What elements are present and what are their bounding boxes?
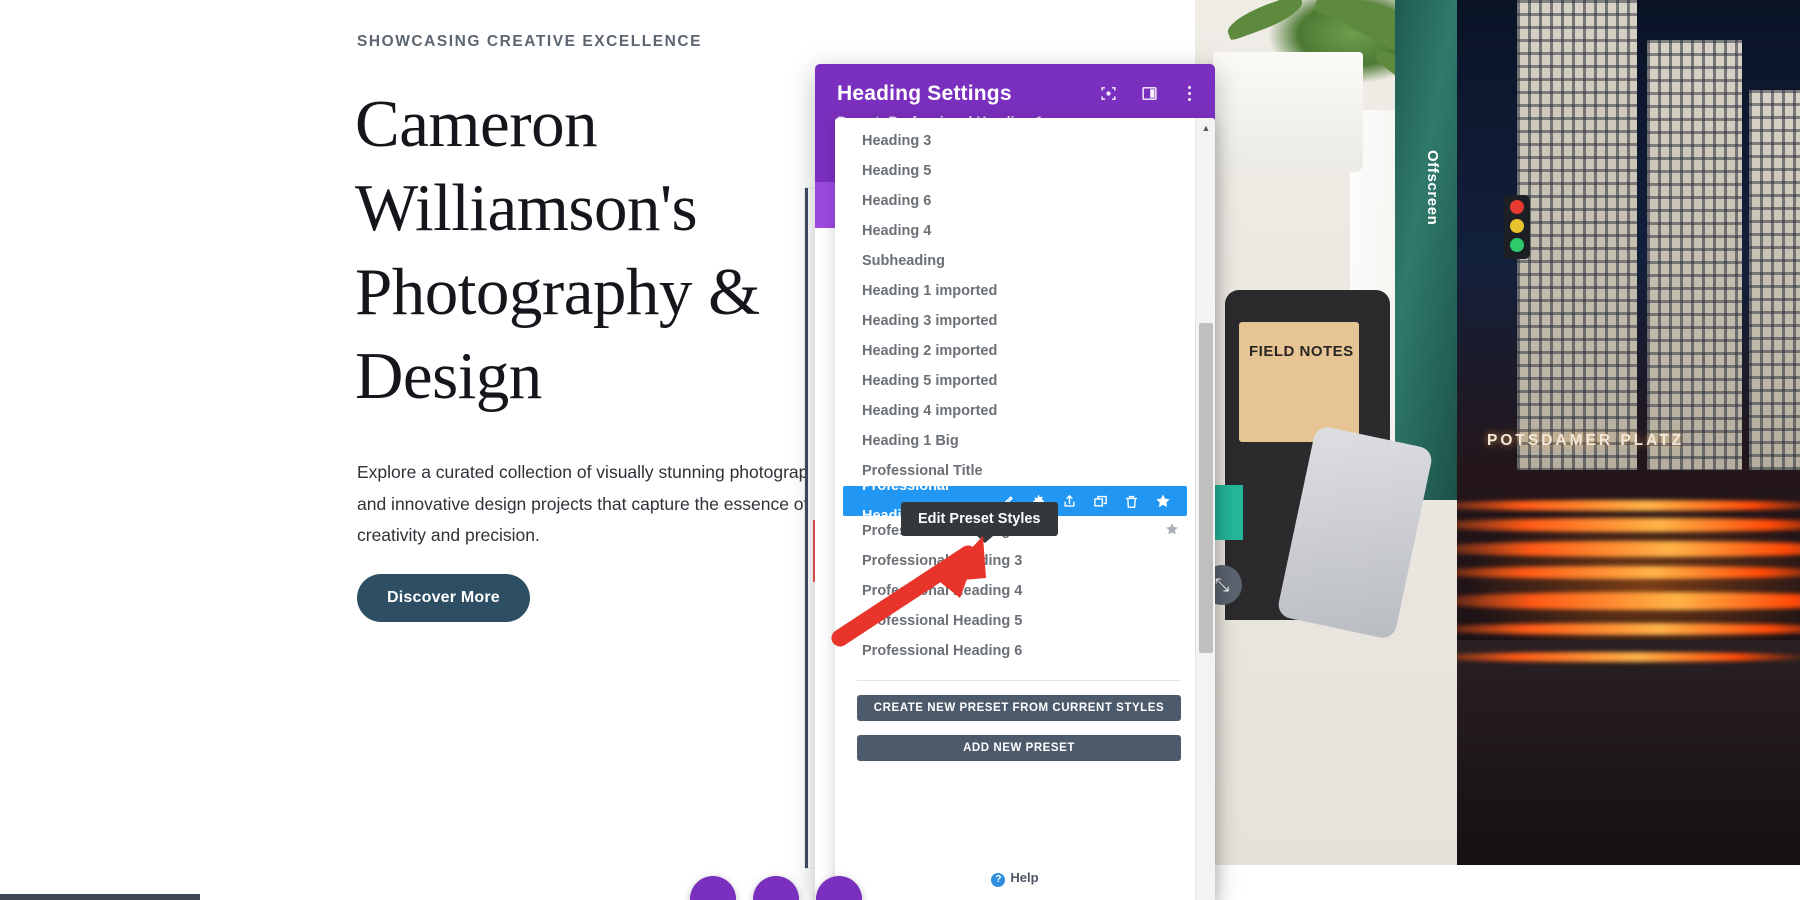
photo-phone — [1276, 424, 1434, 641]
kebab-menu-icon[interactable] — [1182, 84, 1197, 103]
photo-note-card: FIELD NOTES — [1239, 322, 1359, 442]
preset-list-item-label: Heading 5 imported — [862, 373, 998, 389]
preset-list-item[interactable]: Heading 5 — [835, 156, 1195, 186]
page-title: Cameron Williamson's Photography & Desig… — [355, 87, 760, 413]
default-preset-star-icon[interactable] — [1155, 493, 1171, 509]
preset-list-item-label: Professional Heading 5 — [862, 613, 1023, 629]
photo-book-spine-label: Offscreen — [1424, 150, 1441, 226]
preset-list-item[interactable]: Heading 5 imported — [835, 366, 1195, 396]
help-link[interactable]: ? Help — [835, 870, 1195, 887]
preset-list-item-label: Heading 3 — [862, 133, 932, 149]
preset-list-scrollbar[interactable]: ▲ — [1195, 118, 1215, 900]
photo-night-street: POTSDAMER PLATZ — [1457, 0, 1800, 865]
screenshot-root: SHOWCASING CREATIVE EXCELLENCE Cameron W… — [0, 0, 1800, 900]
help-label: Help — [1010, 870, 1039, 885]
preset-list-item-label: Heading 4 — [862, 223, 932, 239]
preset-list-item[interactable]: Heading 6 — [835, 186, 1195, 216]
create-preset-button[interactable]: CREATE NEW PRESET FROM CURRENT STYLES — [857, 695, 1181, 721]
panel-header-icons — [1100, 84, 1197, 103]
preset-list-item-label: Heading 1 Big — [862, 433, 959, 449]
photo-traffic-light — [1504, 195, 1530, 259]
hero-paragraph: Explore a curated collection of visually… — [357, 462, 827, 545]
default-preset-star-icon[interactable] — [1165, 516, 1179, 546]
preset-list-item[interactable]: Professional Heading 4 — [835, 576, 1195, 606]
preset-list-item[interactable]: Professional Heading 6 — [835, 636, 1195, 666]
preset-list-item[interactable]: Professional Heading 5 — [835, 606, 1195, 636]
discover-more-button[interactable]: Discover More — [357, 574, 530, 622]
photo-note-card-label: FIELD NOTES — [1249, 343, 1354, 360]
preset-list-item-label: Professional Heading 6 — [862, 643, 1023, 659]
tooltip-edit-preset-styles: Edit Preset Styles — [901, 502, 1058, 543]
photo-building — [1749, 90, 1800, 470]
preset-list-item[interactable]: Heading 3 — [835, 126, 1195, 156]
preset-list-item[interactable]: Heading 4 imported — [835, 396, 1195, 426]
preset-list-item-label: Heading 3 imported — [862, 313, 998, 329]
preset-list-item[interactable]: Professional Heading 3 — [835, 546, 1195, 576]
export-preset-icon[interactable] — [1062, 494, 1077, 509]
scrollbar-thumb[interactable] — [1199, 323, 1213, 653]
preset-list-item[interactable]: Heading 1 Big — [835, 426, 1195, 456]
preset-list-item-label: Heading 6 — [862, 193, 932, 209]
photo-building — [1647, 40, 1742, 470]
preset-list-item-label: Heading 5 — [862, 163, 932, 179]
help-icon: ? — [991, 873, 1006, 887]
preset-list-item[interactable]: Subheading — [835, 246, 1195, 276]
preset-list-item-label: Subheading — [862, 253, 945, 269]
preset-list-item-label: Heading 1 imported — [862, 283, 998, 299]
photo-plant-pot — [1213, 52, 1363, 172]
preset-list-item[interactable]: Heading 4 — [835, 216, 1195, 246]
preset-list-item-label: Heading 4 imported — [862, 403, 998, 419]
preset-list-item[interactable]: Heading 2 imported — [835, 336, 1195, 366]
preset-list-item-label: Professional Heading 3 — [862, 553, 1023, 569]
layout-icon[interactable] — [1141, 85, 1158, 102]
add-preset-button[interactable]: ADD NEW PRESET — [857, 735, 1181, 761]
photo-notebook: FIELD NOTES — [1225, 290, 1434, 641]
preset-list-item-label: Professional Heading 4 — [862, 583, 1023, 599]
photo-building — [1517, 0, 1637, 470]
photo-leaf — [1223, 0, 1307, 42]
bottom-divider — [0, 894, 200, 900]
scroll-up-arrow-icon[interactable]: ▲ — [1196, 118, 1215, 138]
duplicate-preset-icon[interactable] — [1093, 494, 1108, 509]
focus-icon[interactable] — [1100, 85, 1117, 102]
photo-road — [1457, 640, 1800, 865]
heading-settings-panel: Heading Settings Preset: Professional He… — [815, 64, 1215, 900]
delete-preset-icon[interactable] — [1124, 494, 1139, 509]
photo-street-sign: POTSDAMER PLATZ — [1487, 432, 1685, 449]
preset-list-item[interactable]: Heading 3 imported — [835, 306, 1195, 336]
photo-desk-plant: Offscreen FIELD NOTES — [1195, 0, 1457, 865]
preset-list-item[interactable]: Heading 1 imported — [835, 276, 1195, 306]
preset-list-item-label: Heading 2 imported — [862, 343, 998, 359]
hero-eyebrow: SHOWCASING CREATIVE EXCELLENCE — [357, 33, 703, 50]
preset-list-divider — [857, 680, 1181, 681]
photo-book-spine: Offscreen — [1395, 0, 1457, 500]
